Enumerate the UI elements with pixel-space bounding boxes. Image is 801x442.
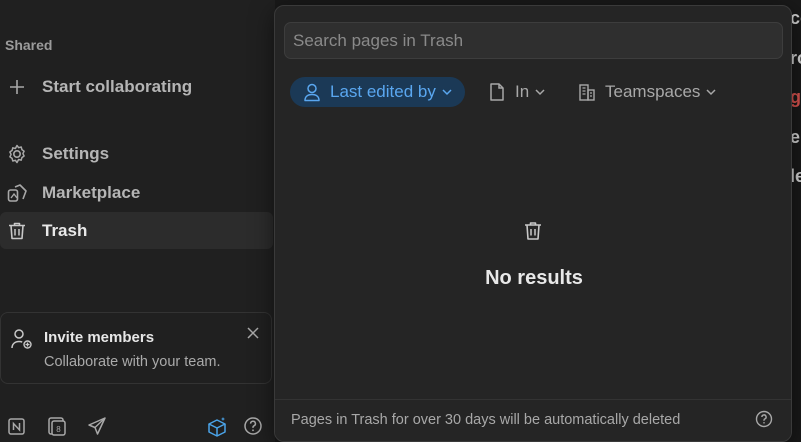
sidebar: Shared Start collaborating Settings Mark… (0, 0, 275, 442)
plus-icon (6, 76, 28, 98)
chevron-down-icon (441, 86, 453, 98)
send-icon[interactable] (86, 415, 108, 437)
filter-label: Teamspaces (605, 82, 701, 101)
sidebar-item-label: Trash (42, 220, 88, 240)
add-person-icon (10, 327, 34, 351)
sidebar-item-start-collaborating[interactable]: Start collaborating (0, 68, 273, 105)
sidebar-item-marketplace[interactable]: Marketplace (0, 174, 273, 211)
gift-box-icon[interactable] (205, 415, 227, 437)
chevron-down-icon (705, 86, 717, 98)
person-icon (302, 82, 322, 102)
help-icon[interactable] (755, 410, 773, 428)
empty-state-text: No results (485, 267, 583, 289)
trash-footer: Pages in Trash for over 30 days will be … (275, 399, 791, 441)
sidebar-item-trash[interactable]: Trash (0, 212, 273, 249)
filter-last-edited-by[interactable]: Last edited by (290, 77, 465, 107)
calendar-icon[interactable]: 8 (46, 415, 68, 437)
invite-subtitle: Collaborate with your team. (44, 354, 221, 370)
sidebar-item-label: Marketplace (42, 182, 141, 202)
filter-label: Last edited by (330, 82, 436, 101)
search-box (284, 22, 783, 59)
notion-icon[interactable] (6, 415, 28, 437)
invite-members-card[interactable]: Invite members Collaborate with your tea… (0, 312, 272, 384)
chevron-down-icon (534, 86, 546, 98)
footer-text: Pages in Trash for over 30 days will be … (291, 412, 681, 428)
filter-teamspaces[interactable]: Teamspaces (577, 77, 717, 107)
trash-icon (523, 220, 543, 242)
filter-in[interactable]: In (487, 77, 546, 107)
page-icon (487, 82, 507, 102)
trash-icon (6, 220, 28, 242)
sidebar-bottom-bar: 8 (0, 410, 275, 442)
section-label-shared: Shared (5, 37, 53, 53)
building-icon (577, 82, 597, 102)
svg-text:8: 8 (56, 425, 61, 434)
invite-title: Invite members (44, 329, 155, 346)
close-icon[interactable] (245, 325, 261, 341)
sidebar-item-settings[interactable]: Settings (0, 135, 273, 172)
marketplace-icon (6, 182, 28, 204)
search-input[interactable] (285, 23, 782, 58)
trash-popup: Last edited by In Teamspaces (274, 5, 792, 442)
sidebar-item-label: Settings (42, 143, 110, 163)
gear-icon (6, 143, 28, 165)
filter-label: In (515, 82, 530, 101)
sidebar-item-label: Start collaborating (42, 76, 193, 96)
help-icon[interactable] (242, 415, 264, 437)
